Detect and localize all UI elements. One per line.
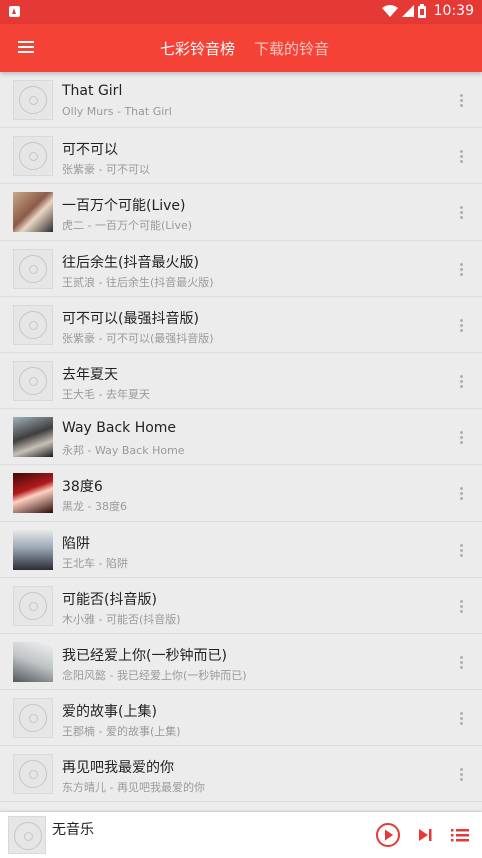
list-item[interactable]: 38度6 黑龙 - 38度6 (0, 465, 482, 522)
song-title: 可能否(抖音版) (62, 591, 157, 608)
disc-icon (19, 704, 47, 733)
player-album-art (8, 816, 46, 854)
song-artist: 木小雅 - 可能否(抖音版) (62, 612, 181, 626)
song-title: Way Back Home (62, 420, 177, 437)
clock: 10:39 (433, 3, 474, 19)
list-item[interactable]: 可不可以(最强抖音版) 张紫豪 - 可不可以(最强抖音版) (0, 297, 482, 353)
album-cover (13, 641, 53, 682)
song-artist: 虎二 - 一百万个可能(Live) (62, 219, 193, 233)
song-artist: 永邦 - Way Back Home (62, 444, 185, 458)
more-options-icon[interactable] (460, 318, 464, 333)
hamburger-menu-icon[interactable] (14, 38, 38, 58)
song-title: 我已经爱上你(一秒钟而已) (62, 647, 227, 664)
list-item[interactable]: That Girl Olly Murs - That Girl (0, 72, 482, 129)
album-art-placeholder (13, 585, 53, 626)
wifi-icon (381, 5, 398, 17)
song-title: 陷阱 (62, 535, 90, 552)
more-options-icon[interactable] (460, 712, 464, 726)
song-title: That Girl (62, 83, 123, 99)
queue-list-icon[interactable] (446, 821, 474, 849)
tab-ringtone-chart[interactable]: 七彩铃音榜 (160, 38, 235, 59)
song-artist: 王北车 - 陷阱 (62, 556, 128, 570)
more-options-icon[interactable] (460, 431, 464, 445)
status-bar: 10:39 (0, 0, 482, 24)
song-artist: 张紫豪 - 可不可以(最强抖音版) (62, 331, 214, 345)
disc-icon (19, 86, 47, 114)
more-options-icon[interactable] (460, 94, 464, 108)
song-title: 可不可以(最强抖音版) (62, 310, 199, 327)
song-artist: 张紫豪 - 可不可以 (62, 163, 150, 177)
song-title: 可不可以 (62, 142, 118, 159)
album-art-placeholder (13, 248, 53, 289)
song-title: 一百万个可能(Live) (62, 198, 186, 215)
album-cover (13, 529, 53, 570)
disc-icon (19, 366, 47, 395)
song-title: 爱的故事(上集) (62, 704, 157, 721)
notification-icon (9, 6, 20, 17)
album-cover (13, 473, 53, 514)
disc-icon (19, 760, 47, 789)
more-options-icon[interactable] (460, 655, 464, 670)
app-bar: 七彩铃音榜 下载的铃音 (0, 24, 482, 72)
disc-icon (19, 310, 47, 339)
song-title: 去年夏天 (62, 366, 118, 383)
song-artist: 东方晴儿 - 再见吧我最爱的你 (62, 781, 205, 795)
more-options-icon[interactable] (460, 374, 464, 389)
song-artist: 念阳风懿 - 我已经爱上你(一秒钟而已) (62, 668, 247, 682)
more-options-icon[interactable] (460, 150, 464, 164)
song-artist: 王大毛 - 去年夏天 (62, 387, 150, 401)
song-artist: 王郡楠 - 爱的故事(上集) (62, 725, 181, 739)
list-item[interactable]: 我已经爱上你(一秒钟而已) 念阳风懿 - 我已经爱上你(一秒钟而已) (0, 634, 482, 691)
more-options-icon[interactable] (460, 543, 464, 558)
signal-icon (401, 5, 414, 17)
disc-icon (19, 142, 47, 171)
tab-downloaded-ringtones[interactable]: 下载的铃音 (254, 38, 329, 59)
album-art-placeholder (13, 136, 53, 177)
list-item[interactable]: 一百万个可能(Live) 虎二 - 一百万个可能(Live) (0, 184, 482, 241)
now-playing-title: 无音乐 (52, 822, 94, 838)
list-item[interactable]: 往后余生(抖音最火版) 王贰浪 - 往后余生(抖音最火版) (0, 241, 482, 297)
song-artist: 王贰浪 - 往后余生(抖音最火版) (62, 275, 214, 289)
list-item[interactable]: 再见吧我最爱的你 东方晴儿 - 再见吧我最爱的你 (0, 746, 482, 803)
album-art-placeholder (13, 304, 53, 345)
more-options-icon[interactable] (460, 768, 464, 782)
song-list[interactable]: That Girl Olly Murs - That Girl 可不可以 张紫豪… (0, 72, 482, 812)
skip-next-icon[interactable] (411, 821, 439, 849)
list-item[interactable]: 去年夏天 王大毛 - 去年夏天 (0, 353, 482, 410)
list-item[interactable]: 陷阱 王北车 - 陷阱 (0, 522, 482, 578)
song-title: 38度6 (62, 479, 103, 496)
play-circle-icon[interactable] (374, 821, 402, 849)
song-artist: 黑龙 - 38度6 (62, 500, 127, 514)
disc-icon (14, 822, 42, 850)
album-cover (13, 192, 53, 233)
album-art-placeholder (13, 754, 53, 795)
album-art-placeholder (13, 698, 53, 739)
album-art-placeholder (13, 80, 53, 120)
more-options-icon[interactable] (460, 599, 464, 614)
more-options-icon[interactable] (460, 262, 464, 277)
song-title: 往后余生(抖音最火版) (62, 254, 199, 271)
song-title: 再见吧我最爱的你 (62, 760, 174, 777)
album-art-placeholder (13, 360, 53, 401)
list-item[interactable]: 爱的故事(上集) 王郡楠 - 爱的故事(上集) (0, 690, 482, 747)
list-item[interactable]: 可能否(抖音版) 木小雅 - 可能否(抖音版) (0, 578, 482, 634)
disc-icon (19, 254, 47, 283)
disc-icon (19, 591, 47, 620)
song-artist: Olly Murs - That Girl (62, 105, 172, 118)
mini-player[interactable]: 无音乐 (0, 812, 482, 858)
more-options-icon[interactable] (460, 487, 464, 501)
list-item[interactable]: Way Back Home 永邦 - Way Back Home (0, 409, 482, 466)
list-item[interactable]: 可不可以 张紫豪 - 可不可以 (0, 128, 482, 185)
album-cover (13, 417, 53, 458)
battery-icon (417, 4, 426, 18)
more-options-icon[interactable] (460, 206, 464, 220)
